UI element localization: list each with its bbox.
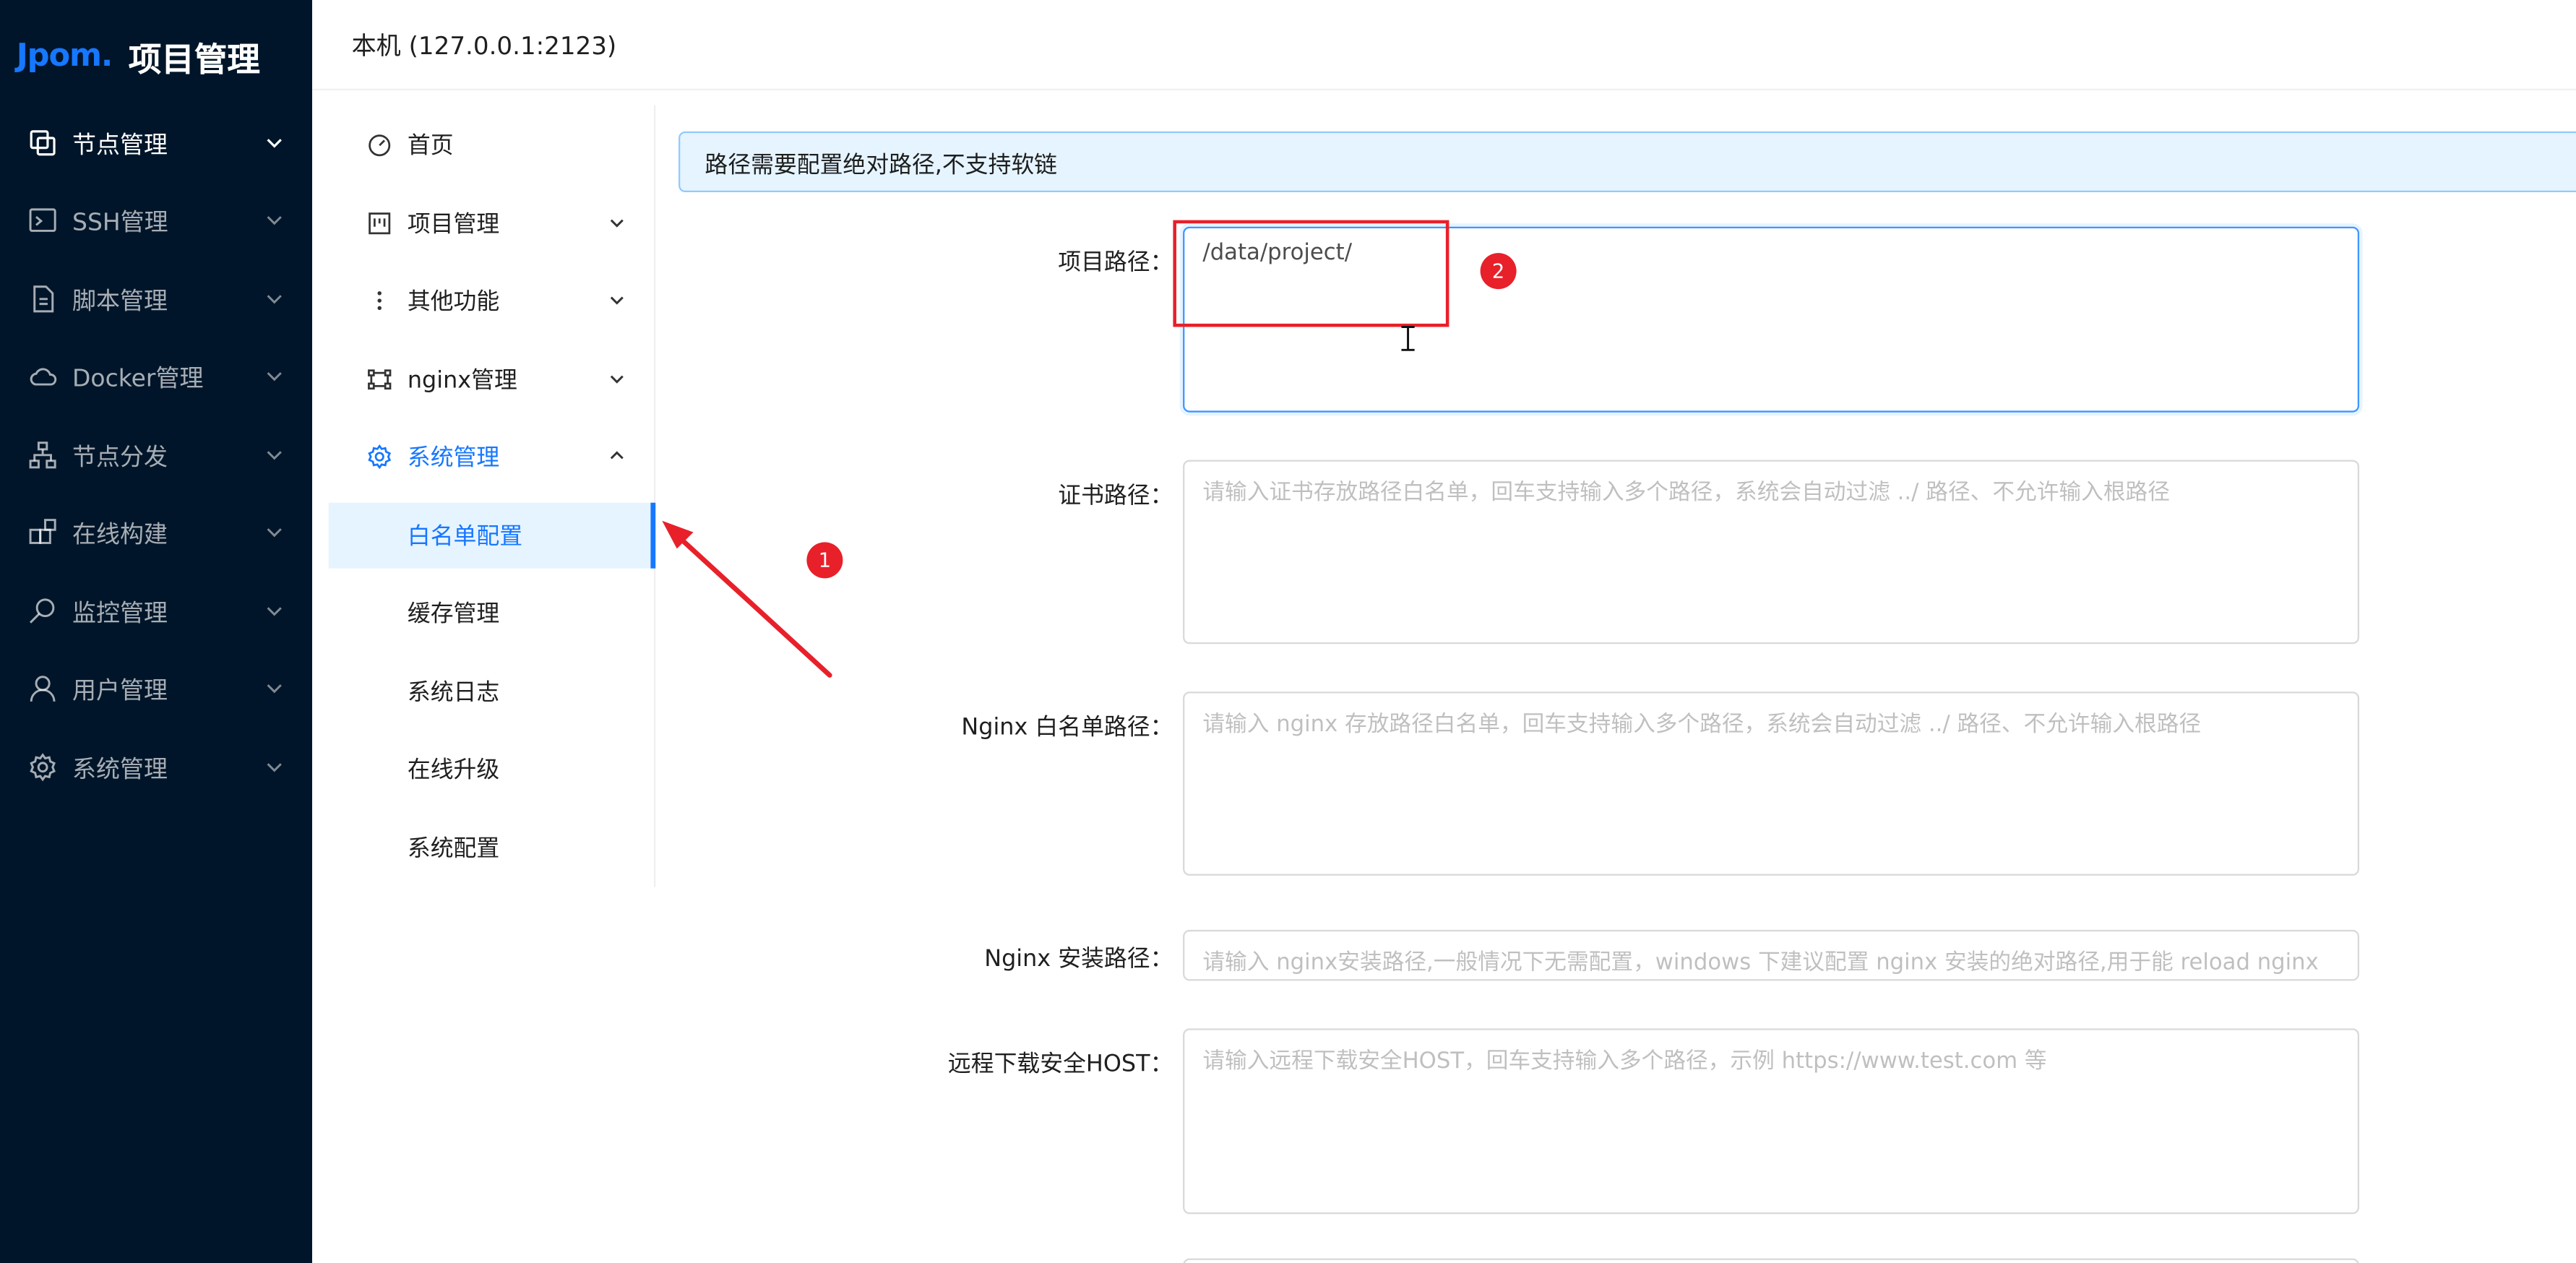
build-icon <box>29 519 56 544</box>
submenu-item-label: 白名单配置 <box>407 524 523 551</box>
sidebar-item-distribute[interactable]: 节点分发 <box>0 422 312 488</box>
sidebar-item-label: 节点分发 <box>72 444 168 471</box>
node-menu: 首页 项目管理 其他功能 nginx管理 系统管理 白名单配置 缓存管理 系统日… <box>328 105 656 887</box>
dashboard-icon <box>369 134 391 157</box>
menu-item-system[interactable]: 系统管理 <box>329 424 654 490</box>
copy-icon <box>30 130 56 156</box>
submenu-item-whitelist[interactable]: 白名单配置 <box>328 502 656 569</box>
sidebar-item-label: Docker管理 <box>72 365 204 392</box>
node-title: 本机 (127.0.0.1:2123) <box>351 31 617 61</box>
submenu-item-label: 系统配置 <box>407 836 500 863</box>
monitor-search-icon <box>30 598 55 624</box>
apartment-icon <box>29 441 56 469</box>
file-icon <box>33 285 54 313</box>
header: 本机 (127.0.0.1:2123) <box>312 0 2576 91</box>
sidebar: Jpom. 项目管理 节点管理 SSH管理 脚本管理 Docker管理 节点分发 <box>0 0 313 1263</box>
chevron-down-icon <box>267 372 282 382</box>
nginx-whitelist-placeholder: 请输入 nginx 存放路径白名单，回车支持输入多个路径，系统会自动过滤 ../… <box>1202 711 2202 738</box>
menu-item-other[interactable]: 其他功能 <box>329 268 654 334</box>
text-cursor-icon <box>1401 325 1415 351</box>
submenu-item-upgrade[interactable]: 在线升级 <box>329 736 654 802</box>
logo[interactable]: Jpom. 项目管理 <box>17 30 260 82</box>
chevron-down-icon <box>267 139 282 148</box>
project-path-label: 项目路径： <box>1058 249 1173 276</box>
sidebar-item-label: 在线构建 <box>72 521 168 548</box>
nginx-icon <box>368 369 392 390</box>
menu-item-label: 系统管理 <box>407 445 500 472</box>
chevron-up-icon <box>610 451 624 460</box>
annotation-badge-2: 2 <box>1480 253 1517 290</box>
chevron-down-icon <box>267 528 282 538</box>
submenu-item-label: 在线升级 <box>407 757 500 784</box>
app-title: 项目管理 <box>128 38 260 79</box>
cert-path-placeholder: 请输入证书存放路径白名单，回车支持输入多个路径，系统会自动过滤 ../ 路径、不… <box>1202 479 2170 507</box>
chevron-down-icon <box>267 607 282 616</box>
nginx-install-placeholder: 请输入 nginx安装路径,一般情况下无需配置，windows 下建议配置 ng… <box>1202 949 2319 976</box>
menu-item-label: nginx管理 <box>407 368 517 395</box>
menu-item-nginx[interactable]: nginx管理 <box>329 347 654 413</box>
submenu-item-label: 系统日志 <box>407 680 500 707</box>
remote-host-textarea[interactable]: 请输入远程下载安全HOST，回车支持输入多个路径，示例 https://www.… <box>1183 1028 2360 1215</box>
nginx-install-input[interactable]: 请输入 nginx安装路径,一般情况下无需配置，windows 下建议配置 ng… <box>1183 929 2360 981</box>
next-field[interactable] <box>1183 1258 2360 1263</box>
sidebar-item-docker[interactable]: Docker管理 <box>0 343 312 409</box>
menu-item-label: 项目管理 <box>407 212 500 238</box>
chevron-down-icon <box>267 684 282 694</box>
menu-item-home[interactable]: 首页 <box>329 112 654 178</box>
chevron-down-icon <box>267 451 282 460</box>
cloud-icon <box>30 368 57 386</box>
chevron-down-icon <box>610 296 624 305</box>
gear-icon <box>368 444 392 470</box>
sidebar-item-system[interactable]: 系统管理 <box>0 734 312 800</box>
alert-message: 路径需要配置绝对路径,不支持软链 <box>705 152 1058 179</box>
terminal-icon <box>29 208 56 232</box>
sidebar-item-label: 节点管理 <box>72 132 168 159</box>
sidebar-item-label: 用户管理 <box>72 677 168 704</box>
sidebar-item-label: 监控管理 <box>72 600 168 627</box>
sidebar-item-ssh[interactable]: SSH管理 <box>0 187 312 253</box>
user-icon <box>30 676 56 702</box>
cert-path-label: 证书路径： <box>1058 483 1173 509</box>
submenu-item-label: 缓存管理 <box>407 601 500 628</box>
menu-item-label: 其他功能 <box>407 289 500 316</box>
remote-host-label: 远程下载安全HOST： <box>947 1051 1173 1078</box>
sidebar-item-label: 系统管理 <box>72 756 168 783</box>
nginx-install-label: Nginx 安装路径： <box>984 946 1173 973</box>
chevron-down-icon <box>267 216 282 225</box>
nginx-whitelist-textarea[interactable]: 请输入 nginx 存放路径白名单，回车支持输入多个路径，系统会自动过滤 ../… <box>1183 691 2360 876</box>
logo-mark: Jpom. <box>16 38 113 74</box>
chevron-down-icon <box>610 375 624 384</box>
chevron-down-icon <box>267 295 282 304</box>
submenu-item-log[interactable]: 系统日志 <box>329 659 654 725</box>
sidebar-item-label: 脚本管理 <box>72 288 168 315</box>
sidebar-item-label: SSH管理 <box>72 209 168 236</box>
info-alert: 路径需要配置绝对路径,不支持软链 <box>679 131 2576 193</box>
sidebar-item-node[interactable]: 节点管理 <box>0 110 312 176</box>
sidebar-item-script[interactable]: 脚本管理 <box>0 266 312 332</box>
gear-icon <box>30 753 56 782</box>
submenu-item-cache[interactable]: 缓存管理 <box>329 580 654 646</box>
annotation-highlight-box <box>1173 220 1449 327</box>
chevron-down-icon <box>267 763 282 772</box>
chevron-down-icon <box>610 219 624 228</box>
submenu-item-config[interactable]: 系统配置 <box>329 815 654 881</box>
remote-host-placeholder: 请输入远程下载安全HOST，回车支持输入多个路径，示例 https://www.… <box>1202 1048 2047 1074</box>
annotation-arrow <box>662 520 832 678</box>
project-icon <box>369 212 391 235</box>
sidebar-item-build[interactable]: 在线构建 <box>0 499 312 565</box>
menu-item-label: 首页 <box>407 133 454 160</box>
cert-path-textarea[interactable]: 请输入证书存放路径白名单，回车支持输入多个路径，系统会自动过滤 ../ 路径、不… <box>1183 460 2360 645</box>
menu-item-project[interactable]: 项目管理 <box>329 191 654 257</box>
sidebar-item-user[interactable]: 用户管理 <box>0 655 312 721</box>
more-icon <box>377 291 382 311</box>
nginx-whitelist-label: Nginx 白名单路径： <box>961 715 1173 741</box>
sidebar-item-monitor[interactable]: 监控管理 <box>0 578 312 644</box>
